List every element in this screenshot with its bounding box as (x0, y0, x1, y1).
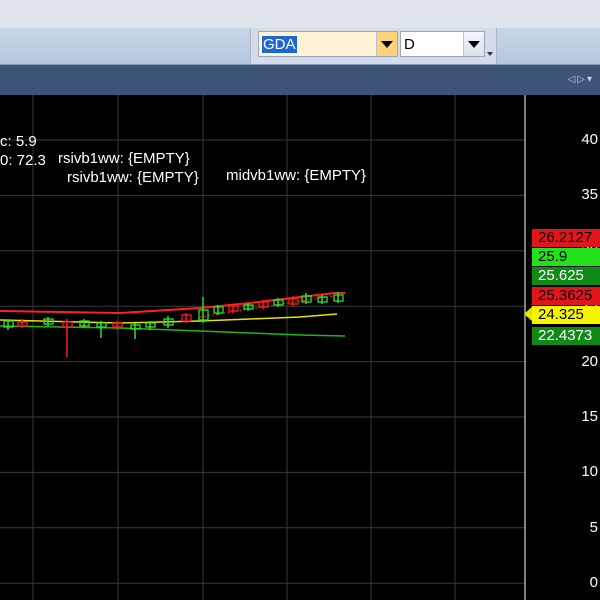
price-tag: 26.2127 (532, 229, 600, 247)
study-value: midvb1ww: {EMPTY} (226, 167, 367, 184)
indicator-bands (0, 292, 533, 337)
interval-combobox[interactable]: D (400, 31, 485, 57)
toolbar-overflow-icon[interactable] (487, 52, 493, 56)
price-axis-tick: 0 (589, 574, 598, 592)
price-axis-tick: 5 (589, 518, 598, 536)
study-value: 0: 72.3 (0, 152, 46, 169)
price-axis-tick: 10 (581, 463, 598, 481)
price-axis-tick: 35 (581, 186, 598, 204)
price-axis-tick: 15 (581, 408, 598, 425)
interval-value[interactable]: D (404, 36, 415, 53)
price-tag: 25.3625 (532, 287, 600, 305)
price-axis-tick: 40 (581, 131, 598, 148)
chart-tab-bar: ◁▷▾ (0, 65, 600, 95)
study-value: rsivb1ww: {EMPTY} (67, 169, 199, 186)
chevron-down-icon (381, 41, 393, 48)
interval-dropdown-button[interactable] (463, 32, 484, 56)
symbol-value[interactable]: GDA (262, 36, 297, 53)
lower-band-line (0, 325, 346, 337)
chevron-down-icon (468, 41, 480, 48)
window-top-strip (0, 0, 600, 28)
symbol-dropdown-button[interactable] (376, 32, 397, 56)
price-tag: 25.9 (532, 248, 600, 266)
tab-scroll-icon[interactable]: ◁▷▾ (568, 74, 594, 85)
price-tag: 24.325 (532, 306, 600, 324)
price-tag: 22.4373 (532, 327, 600, 345)
price-tag: 25.625 (532, 267, 600, 285)
study-value: rsivb1ww: {EMPTY} (58, 150, 190, 167)
price-axis-tick: 20 (581, 352, 598, 370)
chart-area[interactable]: c: 5.9 rsivb1ww: {EMPTY} midvb1ww: {EMPT… (0, 95, 600, 600)
study-values-line-2: 0: 72.3 rsivb1ww: {EMPTY} (0, 135, 199, 203)
symbol-combobox[interactable]: GDA (258, 31, 398, 57)
